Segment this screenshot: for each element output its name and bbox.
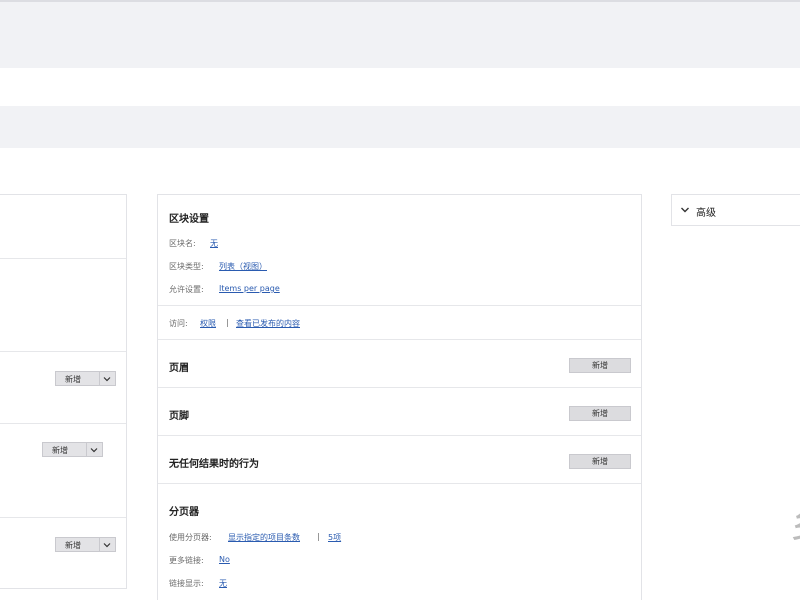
left-divider bbox=[0, 351, 126, 352]
left-divider bbox=[0, 423, 126, 424]
more-link-value[interactable]: No bbox=[219, 555, 230, 564]
section-divider bbox=[158, 305, 641, 306]
no-results-add-button[interactable]: 新增 bbox=[569, 454, 631, 469]
no-results-section-title: 无任何结果时的行为 bbox=[169, 459, 259, 470]
chevron-down-icon[interactable] bbox=[103, 375, 111, 383]
section-divider bbox=[158, 339, 641, 340]
section-divider bbox=[158, 483, 641, 484]
add-split-button[interactable]: 新增 bbox=[42, 442, 103, 457]
left-column-panel: 新增 新增 新增 bbox=[0, 194, 127, 589]
top-bar bbox=[0, 0, 800, 68]
link-display-label: 链接显示: bbox=[169, 579, 204, 588]
chevron-down-icon[interactable] bbox=[103, 541, 111, 549]
block-name-label: 区块名: bbox=[169, 239, 196, 248]
left-divider bbox=[0, 258, 126, 259]
pager-count-link[interactable]: 5项 bbox=[328, 532, 341, 543]
pager-section-title: 分页器 bbox=[169, 507, 199, 518]
published-content-link[interactable]: 查看已发布的内容 bbox=[236, 318, 300, 329]
use-pager-label: 使用分页器: bbox=[169, 533, 212, 542]
separator: | bbox=[226, 318, 229, 327]
section-divider bbox=[158, 435, 641, 436]
advanced-label: 高级 bbox=[696, 208, 716, 219]
block-settings-panel: 区块设置 区块名: 无 区块类型: 列表（视图） 允许设置: Items per… bbox=[157, 194, 642, 600]
pager-type-link[interactable]: 显示指定的项目条数 bbox=[228, 532, 300, 543]
advanced-toggle[interactable]: 高级 bbox=[671, 194, 800, 226]
link-display-value[interactable]: 无 bbox=[219, 578, 227, 589]
chevron-down-icon[interactable] bbox=[90, 446, 98, 454]
allow-settings-label: 允许设置: bbox=[169, 285, 204, 294]
add-button-label: 新增 bbox=[65, 541, 81, 550]
allow-settings-link[interactable]: Items per page bbox=[219, 284, 280, 293]
footer-add-button[interactable]: 新增 bbox=[569, 406, 631, 421]
access-label: 访问: bbox=[169, 319, 188, 328]
more-link-label: 更多链接: bbox=[169, 556, 204, 565]
left-divider bbox=[0, 517, 126, 518]
block-type-link[interactable]: 列表（视图） bbox=[219, 261, 267, 272]
watermark-fragment: 乡 bbox=[790, 505, 800, 543]
section-divider bbox=[158, 387, 641, 388]
block-name-link[interactable]: 无 bbox=[210, 238, 218, 249]
header-add-button[interactable]: 新增 bbox=[569, 358, 631, 373]
add-button-label: 新增 bbox=[52, 446, 68, 455]
chevron-down-icon bbox=[681, 207, 689, 213]
header-section-title: 页眉 bbox=[169, 363, 189, 374]
add-button-label: 新增 bbox=[65, 375, 81, 384]
block-type-label: 区块类型: bbox=[169, 262, 204, 271]
separator: | bbox=[317, 532, 320, 541]
footer-section-title: 页脚 bbox=[169, 411, 189, 422]
secondary-bar bbox=[0, 106, 800, 148]
add-split-button[interactable]: 新增 bbox=[55, 371, 116, 386]
block-settings-title: 区块设置 bbox=[169, 214, 209, 225]
add-split-button[interactable]: 新增 bbox=[55, 537, 116, 552]
permission-link[interactable]: 权限 bbox=[200, 318, 216, 329]
